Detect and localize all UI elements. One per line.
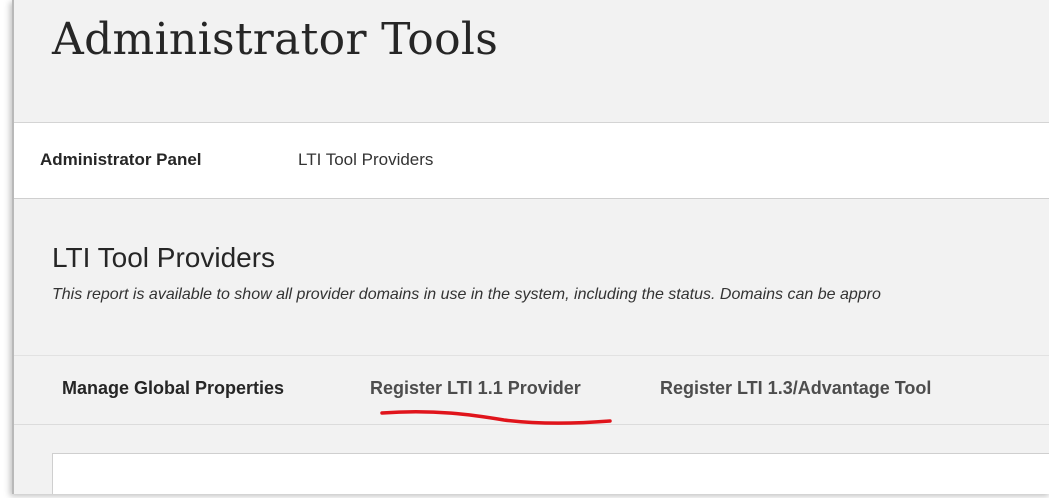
section-title: LTI Tool Providers bbox=[52, 242, 276, 273]
page-title: Administrator Tools bbox=[52, 14, 499, 65]
register-lti-1-1-provider-button[interactable]: Register LTI 1.1 Provider bbox=[370, 378, 581, 399]
content-area: LTI Tool Providers This report is availa… bbox=[14, 199, 1049, 494]
content-panel bbox=[52, 453, 1049, 494]
section-description: This report is available to show all pro… bbox=[52, 286, 881, 303]
app-window: Administrator Tools Administrator Panel … bbox=[12, 0, 1049, 494]
register-lti-1-3-advantage-tool-button[interactable]: Register LTI 1.3/Advantage Tool bbox=[660, 378, 931, 399]
breadcrumb-lti-tool-providers: LTI Tool Providers bbox=[298, 150, 434, 169]
breadcrumb-administrator-panel[interactable]: Administrator Panel bbox=[40, 150, 202, 170]
breadcrumb: Administrator Panel LTI Tool Providers bbox=[14, 123, 1049, 199]
red-underline-annotation bbox=[380, 409, 612, 425]
manage-global-properties-button[interactable]: Manage Global Properties bbox=[62, 378, 284, 399]
page-header: Administrator Tools bbox=[14, 0, 1049, 123]
